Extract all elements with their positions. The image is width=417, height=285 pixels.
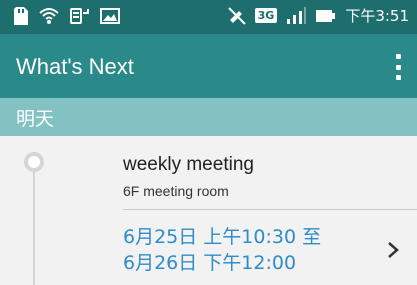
system-icons: 3G 下午3:51 [227,5,409,26]
section-label: 明天 [16,108,55,130]
wifi-icon [39,8,59,24]
event-time-start: 6月25日 上午10:30 至 [123,226,322,248]
network-type-badge: 3G [254,8,278,23]
event-title: weekly meeting [123,154,254,175]
event-time: 6月25日 上午10:30 至 6月26日 下午12:00 [123,224,321,276]
overflow-menu-icon[interactable] [393,54,403,80]
mute-icon [227,6,246,25]
signal-icon [287,6,307,24]
event-location: 6F meeting room [123,183,229,199]
chevron-right-icon[interactable] [386,240,400,260]
section-header: 明天 [0,98,417,136]
status-time: 下午3:51 [345,7,409,25]
battery-charging-icon [316,9,336,22]
status-bar: 3G 下午3:51 [0,0,417,34]
image-icon [100,8,120,24]
battery-saver-icon [70,8,89,24]
notification-icons [14,7,120,25]
app-bar: What's Next [0,34,417,98]
divider [123,209,417,210]
page-title: What's Next [16,54,134,79]
event-item[interactable]: weekly meeting 6F meeting room 6月25日 上午1… [0,136,417,285]
sd-card-icon [14,7,28,25]
event-time-end: 6月26日 下午12:00 [123,252,297,274]
